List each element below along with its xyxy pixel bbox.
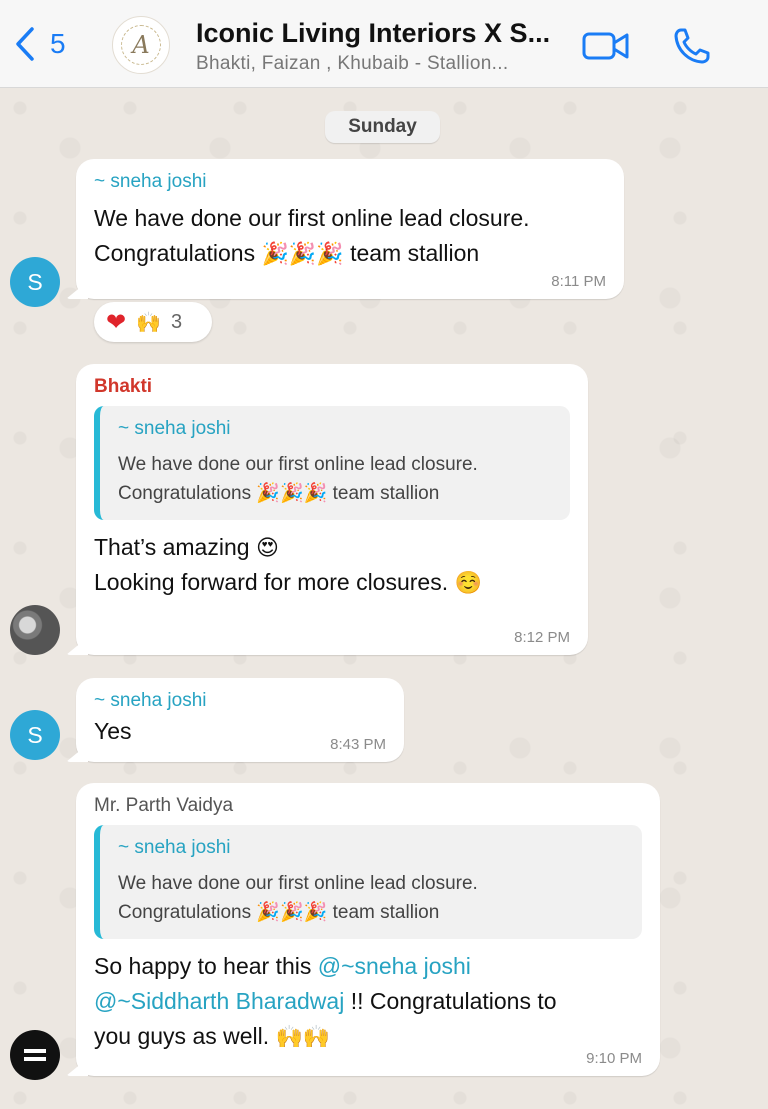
back-button[interactable]: 5	[14, 26, 66, 62]
avatar[interactable]: S	[10, 710, 60, 760]
video-call-icon[interactable]	[582, 30, 630, 62]
message-sender[interactable]: ~ sneha joshi	[94, 690, 386, 712]
reaction-count: 3	[171, 310, 183, 333]
message-time: 8:12 PM	[514, 629, 570, 646]
message-bubble[interactable]: ~ sneha joshi We have done our first onl…	[66, 159, 624, 299]
mention-link[interactable]: @~sneha joshi	[318, 953, 471, 979]
message-time: 8:43 PM	[330, 736, 386, 753]
avatar[interactable]: S	[10, 257, 60, 307]
message-sender[interactable]: ~ sneha joshi	[94, 171, 606, 193]
message-reactions[interactable]: ❤ 🙌 3	[94, 302, 212, 342]
chat-participants: Bhakti, Faizan , Khubaib - Stallion...	[196, 53, 509, 74]
message-sender[interactable]: Mr. Parth Vaidya	[94, 795, 642, 817]
phone-call-icon[interactable]	[672, 26, 712, 66]
chat-title: Iconic Living Interiors X S...	[196, 18, 551, 48]
message-time: 8:11 PM	[551, 273, 606, 290]
chat-info[interactable]: Iconic Living Interiors X S... Bhakti, F…	[196, 18, 576, 75]
heart-reaction-icon: ❤	[106, 308, 127, 336]
avatar[interactable]	[10, 1030, 60, 1080]
group-avatar[interactable]: A	[112, 16, 170, 74]
message-text: That’s amazing 😍 Looking forward for mor…	[94, 534, 482, 595]
chat-header: 5 A Iconic Living Interiors X S... Bhakt…	[0, 0, 768, 88]
message-text: So happy to hear this @~sneha joshi @~Si…	[94, 953, 557, 1049]
quoted-message[interactable]: ~ sneha joshi We have done our first onl…	[94, 825, 642, 939]
message-sender[interactable]: Bhakti	[94, 376, 570, 398]
chevron-left-icon	[16, 27, 34, 61]
quoted-message[interactable]: ~ sneha joshi We have done our first onl…	[94, 406, 570, 520]
raised-hands-reaction-icon: 🙌	[136, 311, 162, 334]
message-time: 9:10 PM	[586, 1050, 642, 1067]
message-text: We have done our first online lead closu…	[94, 205, 530, 266]
message-bubble[interactable]: ~ sneha joshi Yes 8:43 PM	[66, 678, 404, 762]
unread-count: 5	[50, 28, 66, 59]
date-separator: Sunday	[325, 111, 440, 143]
mention-link[interactable]: @~Siddharth Bharadwaj	[94, 988, 344, 1014]
party-emoji: 🎉🎉🎉	[261, 241, 344, 266]
avatar[interactable]	[10, 605, 60, 655]
message-bubble[interactable]: Mr. Parth Vaidya ~ sneha joshi We have d…	[66, 783, 660, 1076]
message-bubble[interactable]: Bhakti ~ sneha joshi We have done our fi…	[66, 364, 588, 655]
